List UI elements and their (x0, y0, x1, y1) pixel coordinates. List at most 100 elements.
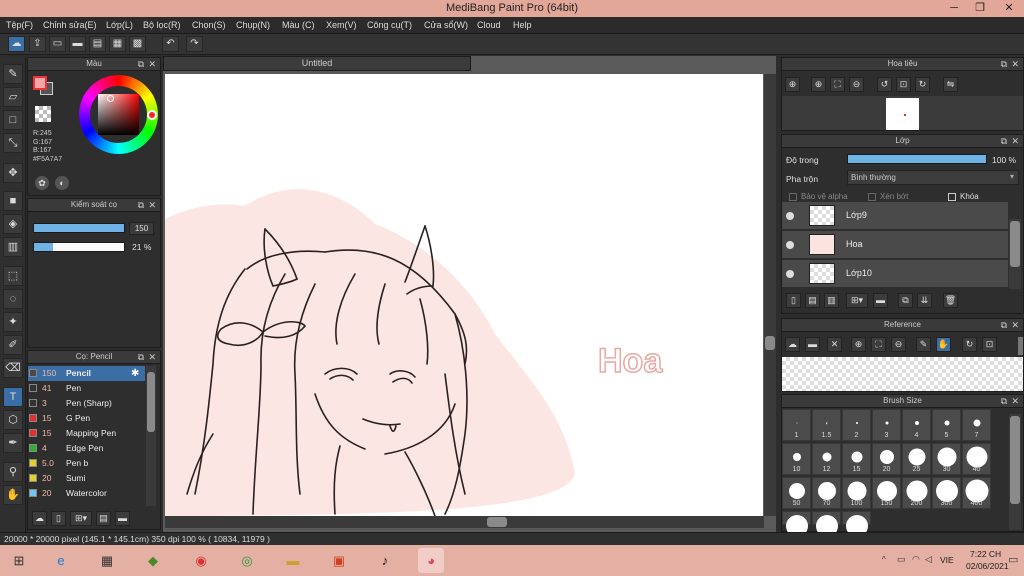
menu-view[interactable]: Xem(V) (326, 20, 357, 30)
volume-icon[interactable]: ◁ (925, 554, 932, 565)
undock-icon[interactable]: ⧉ (1001, 319, 1007, 331)
brush-folder-icon[interactable]: ▬ (115, 511, 130, 526)
powerpoint-icon[interactable]: ▣ (326, 548, 352, 573)
brush-cloud-icon[interactable]: ☁ (32, 511, 47, 526)
brush-list-item[interactable]: 20 Watercolor (28, 486, 142, 501)
dot-tool-icon[interactable]: ⤡ (3, 133, 23, 153)
bucket-tool-icon[interactable]: ◈ (3, 214, 23, 234)
text-tool-icon[interactable]: T (3, 387, 23, 407)
brush-size-cell[interactable]: 2 (842, 409, 871, 441)
close-icon[interactable]: ✕ (1011, 395, 1019, 407)
tray-arrow-icon[interactable]: ^ (882, 555, 886, 564)
menu-capture[interactable]: Chụp(N) (236, 20, 270, 30)
eye-icon[interactable] (786, 270, 794, 278)
layer-row[interactable]: Hoa (782, 231, 1008, 259)
brush-size-cell[interactable]: 4 (902, 409, 931, 441)
clock-time[interactable]: 7:22 CH (970, 549, 1001, 559)
brush-size-cell[interactable]: 70 (812, 477, 841, 509)
close-icon[interactable]: ✕ (1011, 319, 1019, 331)
menu-layer[interactable]: Lớp(L) (106, 20, 133, 30)
close-icon[interactable]: ✕ (148, 199, 156, 211)
chrome-icon[interactable]: ◉ (188, 548, 214, 573)
new-8bit-layer-icon[interactable]: ▥ (824, 293, 839, 308)
brush-size-cell[interactable]: 400 (962, 477, 991, 509)
wifi-icon[interactable]: ◠ (912, 554, 920, 565)
brush-size-cell[interactable]: 50 (782, 477, 811, 509)
clock-date[interactable]: 02/06/2021 (966, 561, 1009, 571)
menu-color[interactable]: Màu (C) (282, 20, 315, 30)
operation-tool-icon[interactable]: ⬡ (3, 410, 23, 430)
bluestacks-icon[interactable]: ◆ (140, 548, 166, 573)
file-explorer-icon[interactable]: ▬ (280, 548, 306, 573)
transparent-color-swatch[interactable] (35, 106, 51, 122)
eye-icon[interactable] (786, 241, 794, 249)
grid-icon[interactable]: ▩ (129, 36, 146, 52)
close-icon[interactable]: ✕ (148, 58, 156, 70)
brush-list-item[interactable]: 3 Pen (Sharp) (28, 396, 142, 411)
clipping-checkbox[interactable] (868, 193, 876, 201)
maximize-button[interactable]: ❐ (966, 0, 994, 17)
close-button[interactable]: ✕ (994, 0, 1024, 17)
share-icon[interactable]: ⇪ (29, 36, 46, 52)
network-icon[interactable]: ▭ (897, 554, 906, 565)
close-reference-icon[interactable]: ✕ (827, 337, 842, 352)
chat-icon[interactable]: ▬ (69, 36, 86, 52)
fill-rect-tool-icon[interactable]: ■ (3, 191, 23, 211)
new-layer-icon[interactable]: ▯ (786, 293, 801, 308)
brush-settings-icon[interactable]: ✱ (131, 368, 139, 379)
undock-icon[interactable]: ⧉ (1001, 395, 1007, 407)
brush-size-cell[interactable]: 1 (782, 409, 811, 441)
move-tool-icon[interactable]: ✥ (3, 163, 23, 183)
reset-icon[interactable]: ⊡ (896, 77, 911, 92)
page-icon[interactable]: ▤ (89, 36, 106, 52)
brush-size-cell[interactable]: 40 (962, 443, 991, 475)
close-icon[interactable]: ✕ (148, 351, 156, 363)
menu-filter[interactable]: Bộ lọc(R) (143, 20, 181, 30)
layer-row[interactable]: Lớp9 (782, 202, 1008, 230)
delete-layer-icon[interactable]: 🗑 (943, 293, 958, 308)
internet-explorer-icon[interactable]: e (48, 548, 74, 573)
add-brush-icon[interactable]: ⊞▾ (70, 511, 92, 526)
document-tab[interactable]: Untitled (163, 56, 471, 71)
brush-size-cell[interactable] (782, 511, 811, 537)
zoom-in-alt-icon[interactable]: ⊕ (811, 77, 826, 92)
brush-size-cell[interactable]: 1.5 (812, 409, 841, 441)
color-wheel[interactable] (79, 75, 158, 154)
brush-size-cell[interactable]: 300 (932, 477, 961, 509)
add-layer-menu-icon[interactable]: ⊞▾ (846, 293, 868, 308)
brush-list-scrollbar[interactable] (146, 366, 156, 506)
brush-size-cell[interactable]: 15 (842, 443, 871, 475)
reset-icon[interactable]: ⊡ (982, 337, 997, 352)
undock-icon[interactable]: ⧉ (1001, 58, 1007, 70)
select-pen-icon[interactable]: ✐ (3, 335, 23, 355)
menu-edit[interactable]: Chỉnh sửa(E) (43, 20, 97, 30)
cloud-icon[interactable]: ☁ (8, 36, 25, 52)
medibang-taskbar-icon[interactable]: ◕ (418, 548, 444, 573)
brush-size-cell[interactable]: 25 (902, 443, 931, 475)
menu-window[interactable]: Cửa sổ(W) (424, 20, 468, 30)
zoom-in-icon[interactable]: ⊕ (851, 337, 866, 352)
brush-copy-icon[interactable]: ▤ (96, 511, 111, 526)
eye-icon[interactable] (786, 212, 794, 220)
pen-tool-icon[interactable]: ✒ (3, 433, 23, 453)
recorder-icon[interactable]: ◎ (234, 548, 260, 573)
fit-icon[interactable]: ⛶ (871, 337, 886, 352)
shape-tool-icon[interactable]: □ (3, 110, 23, 130)
navigator-thumbnail[interactable] (886, 98, 919, 130)
windows-start-icon[interactable]: ⊞ (6, 548, 32, 573)
brush-size-scrollbar[interactable] (1009, 414, 1021, 530)
magic-wand-icon[interactable]: ✦ (3, 312, 23, 332)
brush-list-item[interactable]: 150 Pencil (28, 366, 142, 381)
hue-handle[interactable] (147, 110, 157, 120)
eyedropper-icon[interactable]: ⚲ (3, 462, 23, 482)
brush-list-item[interactable]: 20 Sumi (28, 471, 142, 486)
new-halftone-layer-icon[interactable]: ▤ (805, 293, 820, 308)
color-picker-handle[interactable] (107, 95, 114, 102)
menu-file[interactable]: Tệp(F) (6, 20, 33, 30)
eraser-tool-icon[interactable]: ▱ (3, 87, 23, 107)
brush-list-item[interactable]: 4 Edge Pen (28, 441, 142, 456)
rotate-icon[interactable]: ↻ (962, 337, 977, 352)
gradient-tool-icon[interactable]: ▥ (3, 237, 23, 257)
lock-checkbox[interactable] (948, 193, 956, 201)
layer-folder-icon[interactable]: ▬ (873, 293, 888, 308)
